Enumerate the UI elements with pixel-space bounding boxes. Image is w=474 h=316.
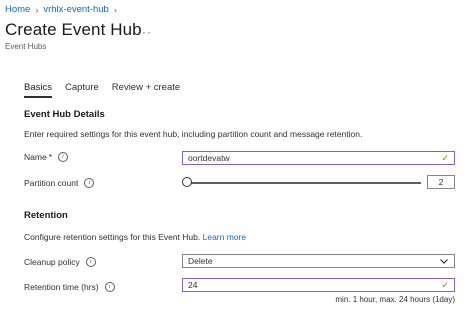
retention-time-input[interactable]: 24 ✓	[182, 278, 455, 292]
cleanup-policy-value: Delete	[188, 256, 213, 266]
name-input[interactable]: oortdevatw ✓	[182, 151, 455, 165]
retention-description-text: Configure retention settings for this Ev…	[24, 232, 201, 242]
retention-time-hint: min. 1 hour, max. 24 hours (1day)	[335, 295, 455, 304]
retention-time-label-text: Retention time (hrs)	[24, 282, 99, 292]
partition-slider-thumb[interactable]	[182, 177, 192, 187]
retention-time-value: 24	[188, 280, 198, 290]
retention-heading: Retention	[24, 210, 68, 221]
page-title: Create Event Hub	[5, 20, 142, 39]
info-icon[interactable]: i	[104, 282, 115, 292]
info-icon[interactable]: i	[84, 178, 95, 188]
chevron-right-icon: ›	[35, 4, 39, 15]
tab-review-create[interactable]: Review + create	[112, 82, 180, 98]
name-label: Name * i	[24, 152, 68, 162]
name-input-value: oortdevatw	[188, 153, 230, 163]
cleanup-policy-label-text: Cleanup policy	[24, 257, 80, 267]
info-icon[interactable]: i	[85, 257, 96, 267]
chevron-right-icon: ›	[113, 4, 117, 15]
event-hub-details-heading: Event Hub Details	[24, 109, 105, 120]
partition-count-label-text: Partition count	[24, 178, 79, 188]
info-icon[interactable]: i	[58, 152, 68, 162]
checkmark-icon: ✓	[441, 279, 449, 290]
chevron-down-icon	[440, 259, 448, 264]
required-marker: *	[48, 152, 52, 162]
breadcrumb: Home › vrhlx-event-hub ›	[5, 4, 122, 15]
breadcrumb-event-hub[interactable]: vrhlx-event-hub	[43, 4, 108, 15]
more-options-icon[interactable]: ···	[137, 25, 152, 39]
cleanup-policy-label: Cleanup policy i	[24, 257, 96, 267]
partition-slider-track[interactable]	[186, 182, 421, 184]
learn-more-link[interactable]: Learn more	[203, 232, 246, 242]
tab-capture[interactable]: Capture	[65, 82, 99, 98]
partition-count-label: Partition count i	[24, 178, 95, 188]
breadcrumb-home[interactable]: Home	[5, 4, 30, 15]
retention-description: Configure retention settings for this Ev…	[24, 232, 246, 242]
partition-count-input[interactable]: 2	[427, 175, 455, 189]
retention-time-label: Retention time (hrs) i	[24, 282, 115, 292]
tab-bar: Basics Capture Review + create	[24, 82, 193, 98]
tab-basics[interactable]: Basics	[24, 82, 52, 98]
cleanup-policy-dropdown[interactable]: Delete	[182, 254, 455, 268]
checkmark-icon: ✓	[441, 152, 449, 163]
name-label-text: Name	[24, 152, 47, 162]
event-hub-details-description: Enter required settings for this event h…	[24, 129, 363, 139]
page-subtitle: Event Hubs	[5, 42, 47, 51]
